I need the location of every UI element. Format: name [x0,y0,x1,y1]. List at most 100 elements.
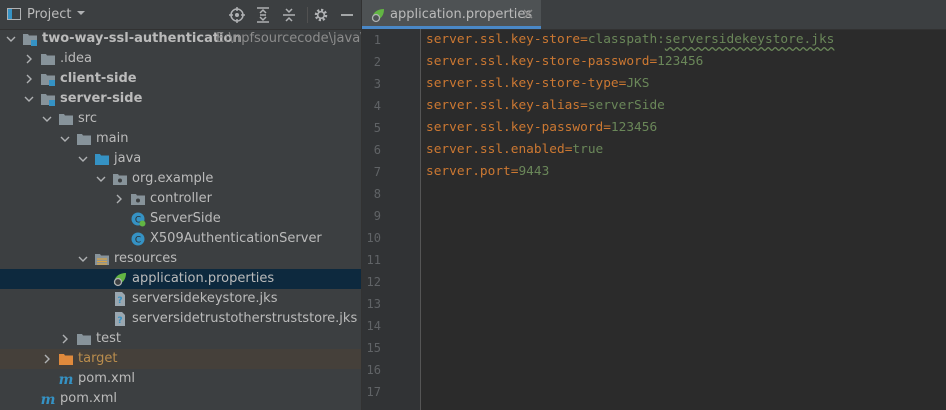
chevron-right-icon[interactable] [114,194,124,204]
locate-target-icon[interactable] [229,7,245,23]
spring-boot-class-icon: C [131,212,146,227]
property-key: server.ssl.key-store-type [426,76,619,91]
line-number: 16 [366,363,381,377]
code-line[interactable]: server.ssl.key-password=123456 [426,120,657,135]
property-value: 123456 [657,54,704,69]
hide-panel-icon[interactable] [339,7,355,23]
line-number: 4 [373,99,381,113]
chevron-right-icon[interactable] [24,54,34,64]
line-number: 17 [366,385,381,399]
tree-item-label: resources [114,251,178,266]
editor-tab-bar: application.properties [362,0,946,30]
tree-item-label: serversidekeystore.jks [132,291,278,306]
chevron-down-icon[interactable] [42,114,52,124]
chevron-right-icon[interactable] [60,334,70,344]
tree-item-serversidekeystore-jks[interactable]: ? serversidekeystore.jks [0,289,361,309]
code-line[interactable]: server.ssl.key-store=classpath:serversid… [426,32,834,47]
svg-text:?: ? [117,316,122,326]
tree-item-test[interactable]: test [0,329,361,349]
property-value: JKS [626,76,650,91]
property-key: server.port [426,164,511,179]
chevron-down-icon[interactable] [6,34,16,44]
line-number: 9 [373,209,381,223]
chevron-down-icon[interactable] [78,154,88,164]
tree-item-controller[interactable]: controller [0,189,361,209]
tree-item-pom-xml[interactable]: m pom.xml [0,369,361,389]
property-key: server.ssl.key-store [426,32,581,47]
tree-item-idea[interactable]: .idea [0,49,361,69]
line-number: 14 [366,319,381,333]
code-line[interactable]: server.ssl.key-store-password=123456 [426,54,703,69]
property-key: server.ssl.enabled [426,142,565,157]
tree-item-label: org.example [132,171,214,186]
chevron-right-icon[interactable] [24,74,34,84]
chevron-down-icon[interactable] [60,134,70,144]
project-panel-header: Project [0,0,361,30]
code-line[interactable]: server.port=9443 [426,164,549,179]
tree-item-label: two-way-ssl-authentication [42,31,242,46]
chevron-down-icon[interactable] [96,174,106,184]
tab-label: application.properties [390,7,533,22]
chevron-right-icon[interactable] [42,354,52,364]
svg-text:?: ? [117,296,122,306]
tree-item-src[interactable]: src [0,109,361,129]
chevron-down-icon[interactable] [78,254,88,264]
tree-item-serverside[interactable]: C ServerSide [0,209,361,229]
spring-properties-icon [113,273,126,287]
tree-item-label: main [96,131,129,146]
tree-item-two-way-ssl-authentication[interactable]: two-way-ssl-authentication E:\npfsourcec… [0,29,361,49]
gear-icon[interactable] [313,7,329,23]
tree-item-label: java [114,151,142,166]
property-key: server.ssl.key-password [426,120,604,135]
folder-icon [41,54,55,65]
line-number: 11 [366,253,381,267]
equals-sign: = [649,54,658,69]
tree-item-org-example[interactable]: org.example [0,169,361,189]
code-line[interactable]: server.ssl.enabled=true [426,142,603,157]
module-folder-icon [41,94,55,106]
svg-text:C: C [135,236,141,246]
tree-item-resources[interactable]: resources [0,249,361,269]
tree-item-client-side[interactable]: client-side [0,69,361,89]
expand-all-icon[interactable] [255,7,271,23]
tree-item-label: server-side [60,91,143,106]
project-panel-title[interactable]: Project [27,7,71,22]
tree-item-java[interactable]: java [0,149,361,169]
line-number: 2 [373,55,381,69]
equals-sign: = [603,120,611,135]
property-key: server.ssl.key-alias [426,98,581,113]
tree-item-serversidetrustotherstruststore-jks[interactable]: ? serversidetrustotherstruststore.jks [0,309,361,329]
line-number: 15 [366,341,381,355]
tree-item-label: src [78,111,97,126]
line-number: 5 [373,121,381,135]
tree-item-label: pom.xml [60,391,117,406]
tree-item-label: controller [150,191,213,206]
maven-icon: m [59,372,74,387]
tree-item-server-side[interactable]: server-side [0,89,361,109]
line-number: 1 [373,33,381,47]
line-number: 12 [366,275,381,289]
tree-item-application-properties[interactable]: application.properties [0,269,361,289]
tree-item-pom-xml[interactable]: m pom.xml [0,389,361,409]
chevron-down-icon[interactable] [76,8,86,18]
project-tree: two-way-ssl-authentication E:\npfsourcec… [0,29,361,410]
collapse-all-icon[interactable] [281,7,297,23]
tree-item-x509authenticationserver[interactable]: C X509AuthenticationServer [0,229,361,249]
close-icon[interactable] [522,8,534,20]
line-number: 13 [366,297,381,311]
tree-item-label: X509AuthenticationServer [150,231,322,246]
code-line[interactable]: server.ssl.key-store-type=JKS [426,76,649,91]
property-value: 123456 [610,120,658,135]
code-line[interactable]: server.ssl.key-alias=serverSide [426,98,665,113]
tree-item-main[interactable]: main [0,129,361,149]
property-value: true [572,142,604,157]
chevron-down-icon[interactable] [24,94,34,104]
line-number: 3 [373,77,381,91]
line-number: 10 [366,231,381,245]
tab-application-properties[interactable]: application.properties [362,0,541,29]
resources-folder-icon [95,254,109,265]
tree-item-label: target [78,351,118,366]
package-icon [113,174,127,185]
tree-item-target[interactable]: target [0,349,361,369]
package-icon [131,194,145,205]
